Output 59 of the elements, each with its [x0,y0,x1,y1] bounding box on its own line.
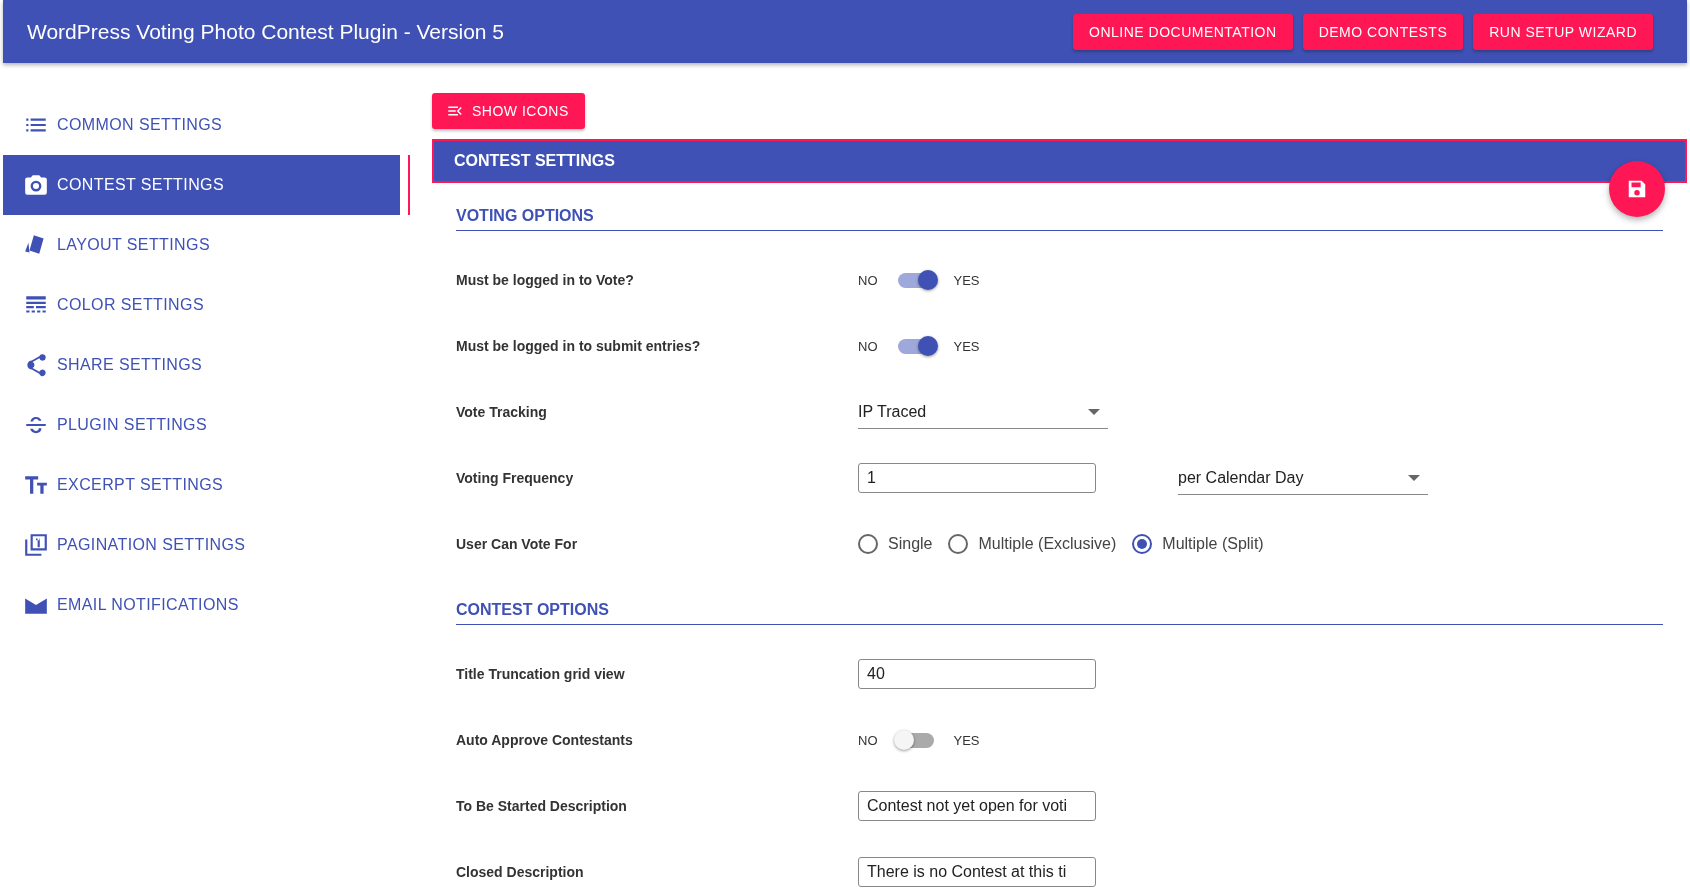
sidebar-label: CONTEST SETTINGS [57,176,224,194]
page-number-icon [23,532,49,558]
caret-icon [1088,408,1100,415]
yes-label: YES [953,338,980,354]
app-title: WordPress Voting Photo Contest Plugin - Version 5 [27,19,505,44]
sidebar-item[interactable]: SHARE SETTINGS [3,335,400,395]
no-label: NO [858,732,878,748]
radio-label: Single [888,535,933,553]
sidebar-label: PAGINATION SETTINGS [57,536,246,554]
setting-label: Title Truncation grid view [456,666,626,682]
sidebar-label: SHARE SETTINGS [57,356,203,374]
sidebar-label: COMMON SETTINGS [57,116,223,134]
setting-label: Must be logged in to submit entries? [456,338,702,354]
panel-title: CONTEST SETTINGS [454,152,615,170]
setting-label: Must be logged in to Vote? [456,272,635,288]
sidebar-label: PLUGIN SETTINGS [57,416,208,434]
sidebar-item[interactable]: PAGINATION SETTINGS [3,515,400,575]
camera-icon [23,172,49,198]
section-heading: CONTEST OPTIONS [456,577,1663,625]
sidebar-item[interactable]: CONTEST SETTINGS [3,155,400,215]
setting-label: Closed Description [456,864,585,880]
input-field[interactable]: 40 [858,659,1096,689]
input-field[interactable]: Contest not yet open for voti [858,791,1096,821]
radio-button[interactable] [1132,534,1153,554]
dropdown[interactable]: per Calendar Day [1178,461,1428,495]
sidebar-item[interactable]: LAYOUT SETTINGS [3,215,400,275]
header-button[interactable]: DEMO CONTESTS [1302,13,1464,50]
input-field[interactable]: 1 [858,463,1096,493]
radio-label: Multiple (Split) [1162,535,1264,553]
sidebar-item[interactable]: EXCERPT SETTINGS [3,455,400,515]
radio-button[interactable] [858,534,878,554]
save-button[interactable] [1609,161,1665,217]
show-icons-button[interactable]: SHOW ICONS [432,93,585,129]
save-icon [1626,178,1648,200]
setting-label: Voting Frequency [456,470,575,486]
sidebar-item[interactable]: PLUGIN SETTINGS [3,395,400,455]
header-button[interactable]: RUN SETUP WIZARD [1473,13,1653,50]
yes-label: YES [953,732,980,748]
sidebar-item[interactable]: COMMON SETTINGS [3,95,400,155]
dropdown[interactable]: IP Traced [858,395,1108,429]
sidebar-label: EMAIL NOTIFICATIONS [57,596,239,614]
header-button[interactable]: ONLINE DOCUMENTATION [1073,13,1293,50]
setting-label: Vote Tracking [456,404,548,420]
sidebar-label: LAYOUT SETTINGS [57,236,210,254]
toggle-switch[interactable] [897,732,934,748]
setting-label: User Can Vote For [456,536,579,552]
input-field[interactable]: There is no Contest at this ti [858,857,1096,887]
sidebar-item[interactable]: COLOR SETTINGS [3,275,400,335]
sidebar-label: COLOR SETTINGS [57,296,204,314]
caret-icon [1408,474,1420,481]
setting-label: Auto Approve Contestants [456,732,634,748]
sidebar-item[interactable]: EMAIL NOTIFICATIONS [3,575,400,635]
sidebar-label: EXCERPT SETTINGS [57,476,224,494]
radio-button[interactable] [948,534,969,554]
radio-label: Multiple (Exclusive) [978,535,1117,553]
setting-label: To Be Started Description [456,798,628,814]
no-label: NO [858,272,878,288]
yes-label: YES [953,272,980,288]
no-label: NO [858,338,878,354]
